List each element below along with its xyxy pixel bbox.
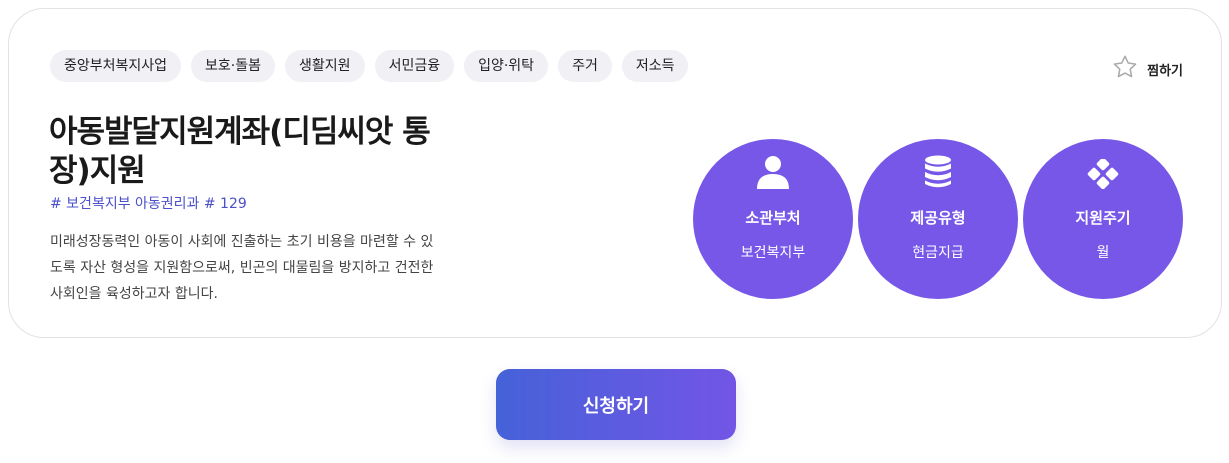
program-title: 아동발달지원계좌(디딤씨앗 통장)지원 (49, 114, 431, 189)
tag-care[interactable]: 보호·돌봄 (191, 50, 276, 82)
info-department: 소관부처 보건복지부 (693, 139, 853, 299)
program-description: 미래성장동력인 아동이 사회에 진출하는 초기 비용을 마련할 수 있도록 자산… (50, 234, 434, 302)
tag-adoption[interactable]: 입양·위탁 (464, 50, 549, 82)
favorite-label: 찜하기 (1147, 63, 1183, 79)
tag-finance[interactable]: 서민금융 (374, 50, 455, 82)
info-provision-type: 제공유형 현금지급 (858, 139, 1018, 299)
person-icon (693, 151, 853, 189)
info-provision-type-label: 제공유형 (910, 209, 966, 227)
program-card: 중앙부처복지사업 보호·돌봄 생활지원 서민금융 입양·위탁 주거 저소득 찜하… (8, 8, 1222, 338)
favorite-button[interactable]: 찜하기 (1111, 53, 1183, 85)
info-department-value: 보건복지부 (740, 245, 806, 261)
tag-list: 중앙부처복지사업 보호·돌봄 생활지원 서민금융 입양·위탁 주거 저소득 (50, 50, 689, 82)
apply-button[interactable]: 신청하기 (496, 369, 736, 440)
info-support-cycle-value: 월 (1096, 245, 1110, 261)
tag-living-support[interactable]: 생활지원 (285, 50, 365, 82)
info-department-label: 소관부처 (745, 209, 801, 227)
star-outline-icon (1111, 53, 1139, 85)
tag-low-income[interactable]: 저소득 (621, 50, 689, 82)
info-provision-type-value: 현금지급 (912, 245, 964, 261)
info-support-cycle: 지원주기 월 (1023, 139, 1183, 299)
tag-housing[interactable]: 주거 (558, 50, 612, 82)
tag-central-welfare[interactable]: 중앙부처복지사업 (50, 50, 182, 82)
info-support-cycle-label: 지원주기 (1075, 209, 1131, 227)
database-icon (858, 151, 1018, 189)
info-circles: 소관부처 보건복지부 제공유형 현금지급 지원주기 월 (693, 139, 1188, 299)
four-dots-icon (1023, 151, 1183, 189)
program-meta: # 보건복지부 아동권리과 # 129 (50, 196, 247, 212)
